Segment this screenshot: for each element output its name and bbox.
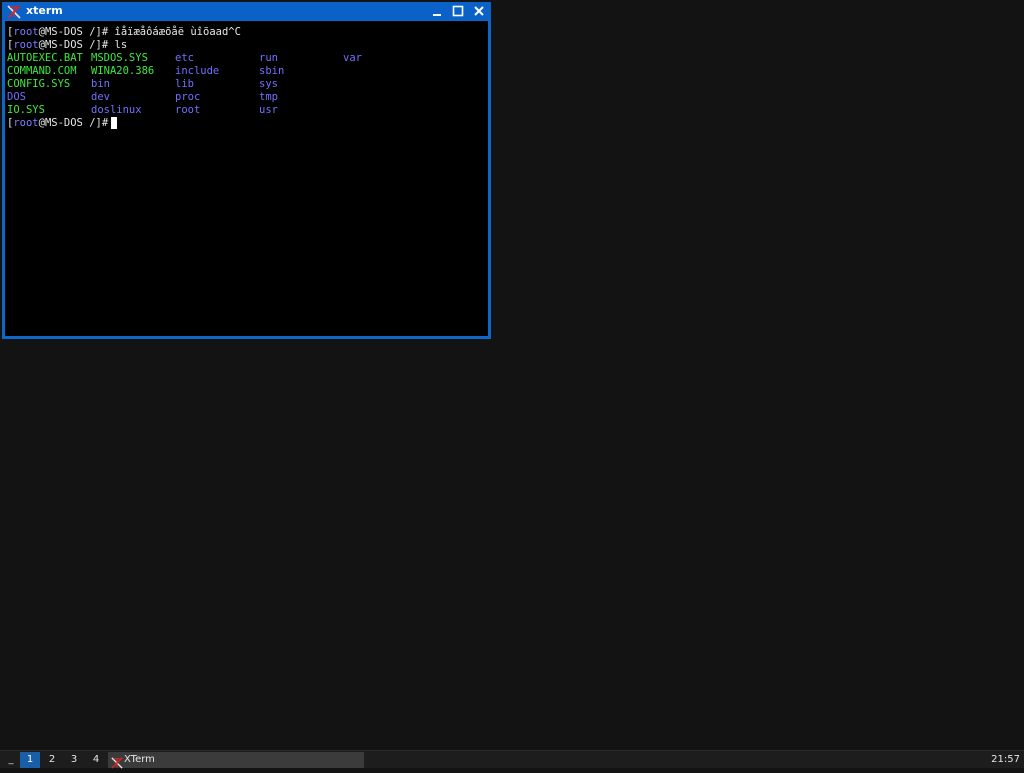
ls-entry: WINA20.386 — [91, 65, 155, 77]
ls-entry: COMMAND.COM — [7, 65, 77, 77]
ls-entry: MSDOS.SYS — [91, 52, 148, 64]
window-title: xterm — [26, 4, 63, 17]
task-label: XTerm — [124, 754, 155, 765]
ls-entry: lib — [175, 78, 194, 90]
terminal-line-1: [root@MS-DOS /]# îåïæåôáæõåë ùîõaad^C — [7, 26, 241, 39]
ls-entry: root — [175, 104, 201, 116]
terminal-line-3: [root@MS-DOS /]# — [7, 117, 115, 130]
prompt-user: root — [13, 117, 39, 129]
ls-entry: etc — [175, 52, 194, 64]
workspace-4-button[interactable]: 4 — [86, 752, 106, 768]
prompt-user: root — [13, 26, 39, 38]
ls-entry: DOS — [7, 91, 26, 103]
close-icon[interactable] — [472, 4, 486, 18]
prompt-host: @MS-DOS /] — [38, 39, 102, 51]
ls-entry: CONFIG.SYS — [7, 78, 71, 90]
ls-entry: dev — [91, 91, 110, 103]
ls-entry: usr — [259, 104, 278, 116]
prompt-host: @MS-DOS /] — [38, 26, 102, 38]
command-text: ls — [108, 39, 128, 51]
minimize-icon[interactable] — [430, 4, 444, 18]
ls-entry: proc — [175, 91, 201, 103]
ls-entry: sys — [259, 78, 278, 90]
workspace-2-button[interactable]: 2 — [42, 752, 62, 768]
show-desktop-button[interactable]: _ — [4, 751, 18, 768]
clock: 21:57 — [991, 754, 1020, 765]
ls-entry: var — [343, 52, 362, 64]
xterm-icon — [111, 754, 123, 769]
terminal-line-2: [root@MS-DOS /]# ls — [7, 39, 127, 52]
xterm-icon[interactable] — [7, 4, 21, 19]
window-titlebar[interactable]: xterm — [2, 2, 491, 20]
ls-entry: sbin — [259, 65, 285, 77]
prompt-user: root — [13, 39, 39, 51]
taskbar: _ 1 2 3 4 XTerm 21:57 — [0, 750, 1024, 769]
xterm-window: xterm [root@MS-DOS /]# îåïæåôáæõåë ùîõaa… — [2, 2, 491, 339]
prompt-host: @MS-DOS /] — [38, 117, 102, 129]
maximize-icon[interactable] — [451, 4, 465, 18]
ls-entry: run — [259, 52, 278, 64]
ls-entry: AUTOEXEC.BAT — [7, 52, 83, 64]
ls-entry: IO.SYS — [7, 104, 45, 116]
task-button-xterm[interactable]: XTerm — [108, 752, 364, 769]
command-text: îåïæåôáæõåë ùîõaad^C — [108, 26, 241, 38]
ls-entry: doslinux — [91, 104, 142, 116]
ls-entry: bin — [91, 78, 110, 90]
ls-entry: include — [175, 65, 220, 77]
ls-entry: tmp — [259, 91, 278, 103]
terminal-area[interactable]: [root@MS-DOS /]# îåïæåôáæõåë ùîõaad^C [r… — [5, 21, 488, 336]
workspace-1-button[interactable]: 1 — [20, 752, 40, 768]
workspace-3-button[interactable]: 3 — [64, 752, 84, 768]
text-cursor — [111, 117, 117, 129]
